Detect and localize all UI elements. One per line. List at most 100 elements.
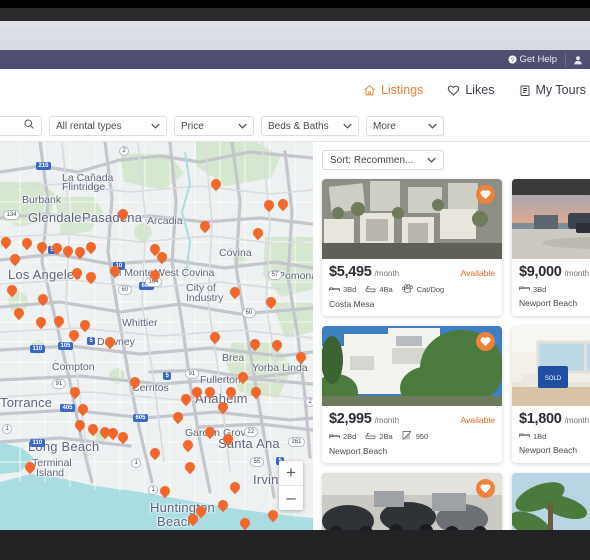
map-pin[interactable] bbox=[275, 196, 291, 212]
account-link[interactable] bbox=[566, 55, 590, 65]
map-pin[interactable] bbox=[207, 329, 223, 345]
bed-icon bbox=[519, 284, 530, 294]
listing-photo[interactable] bbox=[512, 473, 590, 530]
map-pin[interactable] bbox=[115, 206, 131, 222]
zoom-in-button[interactable]: + bbox=[279, 461, 303, 485]
paw-icon bbox=[401, 283, 414, 295]
map-pin[interactable] bbox=[178, 391, 194, 407]
zoom-out-button[interactable]: – bbox=[279, 486, 303, 510]
map-pin[interactable] bbox=[147, 445, 163, 461]
route-shield: 210 bbox=[36, 162, 52, 170]
spec-extra: 950 bbox=[402, 431, 428, 442]
map-pin[interactable] bbox=[189, 384, 205, 400]
sort-dropdown[interactable]: Sort: Recommen... bbox=[322, 150, 444, 170]
map-pin[interactable] bbox=[51, 313, 67, 329]
bath-icon bbox=[365, 285, 376, 295]
filter-bar: All rental types Price Beds & Baths More bbox=[0, 111, 590, 142]
map-pin[interactable] bbox=[202, 424, 218, 440]
map-pin[interactable] bbox=[69, 265, 85, 281]
map-zoom-controls[interactable]: + – bbox=[279, 461, 303, 510]
map-pin[interactable] bbox=[157, 483, 173, 499]
search-input[interactable] bbox=[0, 116, 42, 136]
map-pin[interactable] bbox=[248, 384, 264, 400]
filter-beds-baths[interactable]: Beds & Baths bbox=[261, 116, 359, 136]
map-pin[interactable] bbox=[85, 421, 101, 437]
listing-card[interactable]: $9,000/month 3Bd Newport Beach bbox=[512, 179, 590, 316]
map-pin[interactable] bbox=[293, 349, 309, 365]
nav-item-listings[interactable]: Listings bbox=[351, 83, 435, 97]
map-pin[interactable] bbox=[235, 369, 251, 385]
map-pin[interactable] bbox=[265, 507, 281, 523]
map-pin[interactable] bbox=[263, 294, 279, 310]
listing-card[interactable]: $2,995/month Available 2Bd 2Ba 950 Newport Be… bbox=[322, 326, 502, 463]
nav-item-likes[interactable]: Likes bbox=[435, 83, 506, 97]
map-pin[interactable] bbox=[33, 314, 49, 330]
spec-beds: 3Bd bbox=[519, 284, 546, 294]
listing-card[interactable] bbox=[512, 473, 590, 530]
listing-card[interactable]: SOLD $1,800/month 1Bd Newport Beach bbox=[512, 326, 590, 463]
listing-photo[interactable] bbox=[322, 179, 502, 259]
listing-photo[interactable] bbox=[512, 179, 590, 259]
map-pin[interactable] bbox=[220, 431, 236, 447]
map-pin[interactable] bbox=[237, 515, 253, 530]
map-panel[interactable]: Burbank La Cañada Flintridge Glendale Pasade… bbox=[0, 142, 313, 530]
listing-photo[interactable] bbox=[322, 473, 502, 530]
map-pin[interactable] bbox=[115, 429, 131, 445]
map-pin[interactable] bbox=[185, 511, 201, 527]
map-pin[interactable] bbox=[67, 384, 83, 400]
map-pin[interactable] bbox=[7, 251, 23, 267]
map-pin[interactable] bbox=[19, 235, 35, 251]
map-pin[interactable] bbox=[250, 225, 266, 241]
map-pin[interactable] bbox=[147, 267, 163, 283]
listing-photo[interactable]: SOLD bbox=[512, 326, 590, 406]
map-pin[interactable] bbox=[107, 263, 123, 279]
map-pin[interactable] bbox=[127, 374, 143, 390]
map-pin[interactable] bbox=[247, 336, 263, 352]
route-shield: 57 bbox=[268, 270, 282, 280]
map-pin[interactable] bbox=[197, 218, 213, 234]
listing-specs: 1Bd bbox=[519, 431, 590, 441]
map-pin[interactable] bbox=[154, 249, 170, 265]
map-pin[interactable] bbox=[11, 305, 27, 321]
map-pin[interactable] bbox=[4, 282, 20, 298]
map-pin[interactable] bbox=[215, 399, 231, 415]
map-pin[interactable] bbox=[83, 239, 99, 255]
map-pin[interactable] bbox=[227, 479, 243, 495]
filter-price[interactable]: Price bbox=[174, 116, 254, 136]
favorite-heart-button[interactable] bbox=[476, 479, 495, 498]
map-pin[interactable] bbox=[77, 317, 93, 333]
map-pin[interactable] bbox=[215, 497, 231, 513]
listing-price: $9,000 bbox=[519, 264, 562, 280]
map-pin[interactable] bbox=[49, 240, 65, 256]
map-pin[interactable] bbox=[261, 197, 277, 213]
listing-card[interactable]: $5,495/month Available 3Bd 4Ba Cat/Dog Costa … bbox=[322, 179, 502, 316]
map-pin[interactable] bbox=[72, 417, 88, 433]
map-pin[interactable] bbox=[102, 334, 118, 350]
map-pin[interactable] bbox=[227, 284, 243, 300]
favorite-heart-button[interactable] bbox=[476, 185, 495, 204]
map-pin[interactable] bbox=[72, 244, 88, 260]
map-pin[interactable] bbox=[180, 437, 196, 453]
chevron-down-icon bbox=[427, 155, 436, 166]
listing-card[interactable] bbox=[322, 473, 502, 530]
map-pin[interactable] bbox=[60, 243, 76, 259]
map-pin[interactable] bbox=[269, 337, 285, 353]
map-pin[interactable] bbox=[223, 384, 239, 400]
map-pin[interactable] bbox=[182, 459, 198, 475]
map-pin[interactable] bbox=[83, 269, 99, 285]
map-pin[interactable] bbox=[34, 239, 50, 255]
nav-item-my-tours[interactable]: My Tours bbox=[507, 83, 590, 97]
map-pin[interactable] bbox=[66, 327, 82, 343]
map-pin[interactable] bbox=[208, 176, 224, 192]
map-pin[interactable] bbox=[0, 234, 14, 250]
filter-rental-types[interactable]: All rental types bbox=[49, 116, 167, 136]
map-pin[interactable] bbox=[35, 291, 51, 307]
favorite-heart-button[interactable] bbox=[476, 332, 495, 351]
map-pin[interactable] bbox=[202, 384, 218, 400]
map-pin[interactable] bbox=[75, 401, 91, 417]
map-pin[interactable] bbox=[170, 409, 186, 425]
filter-more[interactable]: More bbox=[366, 116, 444, 136]
get-help-link[interactable]: ? Get Help bbox=[500, 54, 566, 65]
listing-photo[interactable] bbox=[322, 326, 502, 406]
map-pin[interactable] bbox=[22, 459, 38, 475]
